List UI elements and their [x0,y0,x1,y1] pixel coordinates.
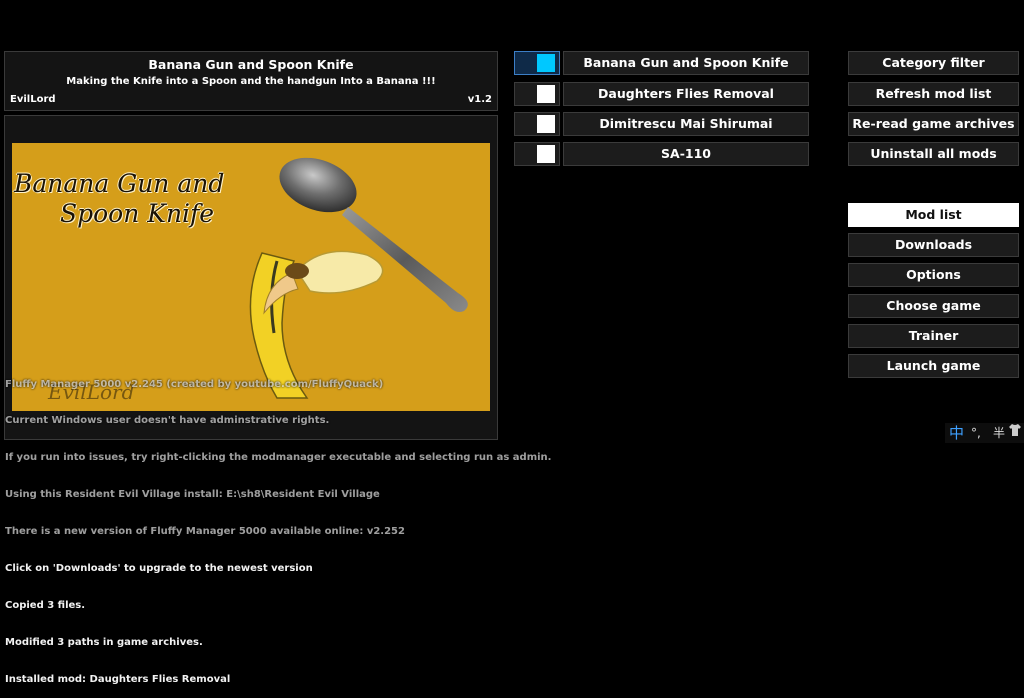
reread-archives-button[interactable]: Re-read game archives [848,112,1019,136]
nav-downloads[interactable]: Downloads [848,233,1019,257]
tshirt-icon[interactable] [1008,423,1022,443]
mod-item-sa110[interactable]: SA-110 [563,142,809,166]
checkbox-icon [537,54,555,72]
launch-game-button[interactable]: Launch game [848,354,1019,378]
mod-toggle-banana-gun[interactable] [514,51,560,75]
ime-chinese-icon[interactable]: 中 [949,423,964,443]
nav-mod-list[interactable]: Mod list [848,203,1019,227]
mod-title: Banana Gun and Spoon Knife [148,57,354,72]
checkbox-icon [537,145,555,163]
category-filter-button[interactable]: Category filter [848,51,1019,75]
log-line: Using this Resident Evil Village install… [5,489,380,501]
mod-item-banana-gun[interactable]: Banana Gun and Spoon Knife [563,51,809,75]
log-line: Click on 'Downloads' to upgrade to the n… [5,563,313,575]
nav-choose-game[interactable]: Choose game [848,294,1019,318]
uninstall-all-button[interactable]: Uninstall all mods [848,142,1019,166]
log-line: Modified 3 paths in game archives. [5,636,203,648]
nav-trainer[interactable]: Trainer [848,324,1019,348]
ime-indicator[interactable]: 中 °, 半 [945,423,1024,443]
mod-description: Making the Knife into a Spoon and the ha… [66,76,436,87]
mod-info-panel: Banana Gun and Spoon Knife Making the Kn… [4,51,498,111]
mod-author: EvilLord [10,94,56,105]
checkbox-icon [537,85,555,103]
log-line: Fluffy Manager 5000 v2.245 (created by y… [5,378,384,390]
mod-item-daughters-flies[interactable]: Daughters Flies Removal [563,82,809,106]
log-line: Copied 3 files. [5,599,86,611]
log-line: If you run into issues, try right-clicki… [5,452,552,464]
log-line: Installed mod: Daughters Flies Removal [5,673,231,685]
mod-version: v1.2 [467,94,492,105]
mod-toggle-sa110[interactable] [514,142,560,166]
ime-half-width[interactable]: 半 [993,423,1005,443]
ime-punctuation[interactable]: °, [971,423,981,443]
refresh-mod-list-button[interactable]: Refresh mod list [848,82,1019,106]
checkbox-icon [537,115,555,133]
mod-toggle-daughters-flies[interactable] [514,82,560,106]
log-output: Fluffy Manager 5000 v2.245 (created by y… [5,354,551,698]
mod-toggle-dimitrescu[interactable] [514,112,560,136]
nav-options[interactable]: Options [848,263,1019,287]
mod-item-dimitrescu[interactable]: Dimitrescu Mai Shirumai [563,112,809,136]
log-line: There is a new version of Fluffy Manager… [5,526,405,538]
log-line: Current Windows user doesn't have admins… [5,415,330,427]
